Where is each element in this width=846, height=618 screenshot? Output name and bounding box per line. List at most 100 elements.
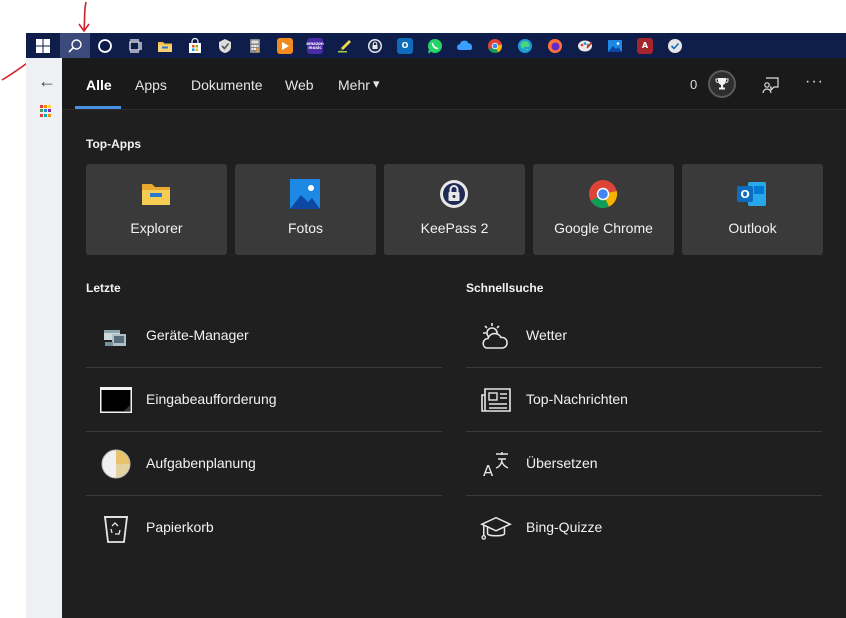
chrome-icon [488, 38, 503, 53]
back-arrow-icon[interactable]: ← [38, 71, 56, 92]
svg-text:O: O [740, 188, 749, 201]
top-app-google-chrome[interactable]: Google Chrome [533, 164, 674, 255]
feedback-hub-icon [668, 38, 682, 53]
recent-item-label: Papierkorb [146, 519, 214, 535]
photos-icon [608, 39, 622, 52]
paint-palette-icon [578, 40, 593, 51]
whatsapp-icon [428, 38, 442, 53]
recent-item-label: Eingabeaufforderung [146, 391, 277, 407]
top-apps-heading: Top-Apps [86, 137, 142, 151]
quick-search-label: Top-Nachrichten [526, 391, 628, 407]
tab-apps[interactable]: Apps [135, 77, 167, 93]
recent-item-device-manager[interactable]: Geräte-Manager [86, 304, 442, 368]
top-app-label: Outlook [728, 220, 777, 236]
left-sidebar [26, 58, 62, 618]
feedback-button[interactable] [762, 76, 780, 99]
taskbar-photos[interactable] [600, 33, 630, 58]
taskbar-pen-app[interactable] [330, 33, 360, 58]
edge-icon [518, 38, 532, 53]
recycle-bin-icon [100, 512, 132, 544]
taskbar-media-player[interactable] [270, 33, 300, 58]
cortana-button[interactable] [90, 33, 120, 58]
top-app-label: Explorer [130, 220, 183, 236]
quick-search-label: Bing-Quizze [526, 519, 603, 535]
rewards-points: 0 [690, 77, 698, 92]
chevron-down-icon[interactable]: ▾ [373, 76, 380, 92]
windows-logo-icon [36, 38, 50, 53]
top-app-fotos[interactable]: Fotos [235, 164, 376, 255]
recent-heading: Letzte [86, 281, 121, 295]
recent-item-task-scheduler[interactable]: Aufgabenplanung [86, 432, 442, 496]
taskbar-firefox[interactable] [540, 33, 570, 58]
recent-item-recycle-bin[interactable]: Papierkorb [86, 496, 442, 560]
task-view-button[interactable] [120, 33, 150, 58]
folder-icon [140, 178, 172, 210]
media-player-icon [277, 37, 293, 54]
taskbar-edge[interactable] [510, 33, 540, 58]
start-button[interactable] [26, 33, 60, 58]
more-options-button[interactable]: ··· [805, 73, 824, 91]
taskbar-whatsapp[interactable] [420, 33, 450, 58]
outlook-icon: O [397, 37, 413, 54]
taskbar-onedrive[interactable] [450, 33, 480, 58]
calculator-icon [250, 38, 260, 53]
tab-web[interactable]: Web [285, 77, 314, 93]
recent-item-label: Geräte-Manager [146, 327, 249, 343]
top-app-explorer[interactable]: Explorer [86, 164, 227, 255]
quick-search-top-news[interactable]: Top-Nachrichten [466, 368, 822, 432]
active-tab-indicator [75, 106, 121, 109]
task-view-icon [129, 38, 142, 53]
cortana-icon [98, 38, 112, 53]
top-app-outlook[interactable]: O Outlook [682, 164, 823, 255]
task-scheduler-icon [100, 448, 132, 480]
taskbar-feedback[interactable] [660, 33, 690, 58]
taskbar-keepass[interactable] [360, 33, 390, 58]
keepass-icon [438, 178, 470, 210]
quick-search-bing-quiz[interactable]: Bing-Quizze [466, 496, 822, 560]
taskbar-search-button[interactable] [60, 33, 90, 58]
firefox-icon [548, 38, 562, 53]
tab-alle[interactable]: Alle [86, 77, 112, 93]
graduation-cap-icon [480, 512, 512, 544]
taskbar-chrome[interactable] [480, 33, 510, 58]
top-app-label: Fotos [287, 220, 323, 236]
taskbar-amazon-music[interactable]: amazon music [300, 33, 330, 58]
weather-icon [480, 320, 512, 352]
quick-search-label: Wetter [526, 327, 567, 343]
annotation-arrow-search [78, 1, 90, 33]
search-icon [68, 38, 82, 53]
trophy-icon [715, 78, 729, 90]
outlook-icon: O [736, 178, 768, 210]
access-icon: A [637, 37, 653, 54]
svg-text:A: A [483, 462, 494, 479]
taskbar-tasks-app[interactable] [210, 33, 240, 58]
quick-search-weather[interactable]: Wetter [466, 304, 822, 368]
taskbar-outlook[interactable]: O [390, 33, 420, 58]
top-app-label: Google Chrome [554, 220, 653, 236]
news-icon [480, 384, 512, 416]
quick-search-label: Übersetzen [526, 455, 598, 471]
taskbar-store[interactable] [180, 33, 210, 58]
chrome-icon [587, 178, 619, 210]
taskbar-access[interactable]: A [630, 33, 660, 58]
feedback-person-icon [762, 77, 779, 94]
taskbar-file-explorer[interactable] [150, 33, 180, 58]
keepass-icon [368, 38, 382, 53]
amazon-music-icon: amazon music [306, 37, 324, 54]
rewards-trophy-button[interactable] [708, 70, 736, 98]
quick-search-translate[interactable]: A Übersetzen [466, 432, 822, 496]
folder-icon [158, 41, 172, 52]
checkmark-shield-icon [219, 38, 231, 53]
taskbar: amazon music O A [26, 33, 846, 58]
tab-dokumente[interactable]: Dokumente [191, 77, 263, 93]
onedrive-cloud-icon [457, 40, 473, 50]
recent-item-command-prompt[interactable]: Eingabeaufforderung [86, 368, 442, 432]
tab-mehr[interactable]: Mehr [338, 77, 370, 93]
search-panel: Alle Apps Dokumente Web Mehr ▾ 0 ··· Top… [62, 58, 846, 618]
taskbar-calculator[interactable] [240, 33, 270, 58]
store-icon [189, 37, 201, 53]
top-app-keepass[interactable]: KeePass 2 [384, 164, 525, 255]
pen-icon [338, 39, 351, 52]
taskbar-paint[interactable] [570, 33, 600, 58]
apps-grid-icon[interactable] [40, 105, 52, 117]
